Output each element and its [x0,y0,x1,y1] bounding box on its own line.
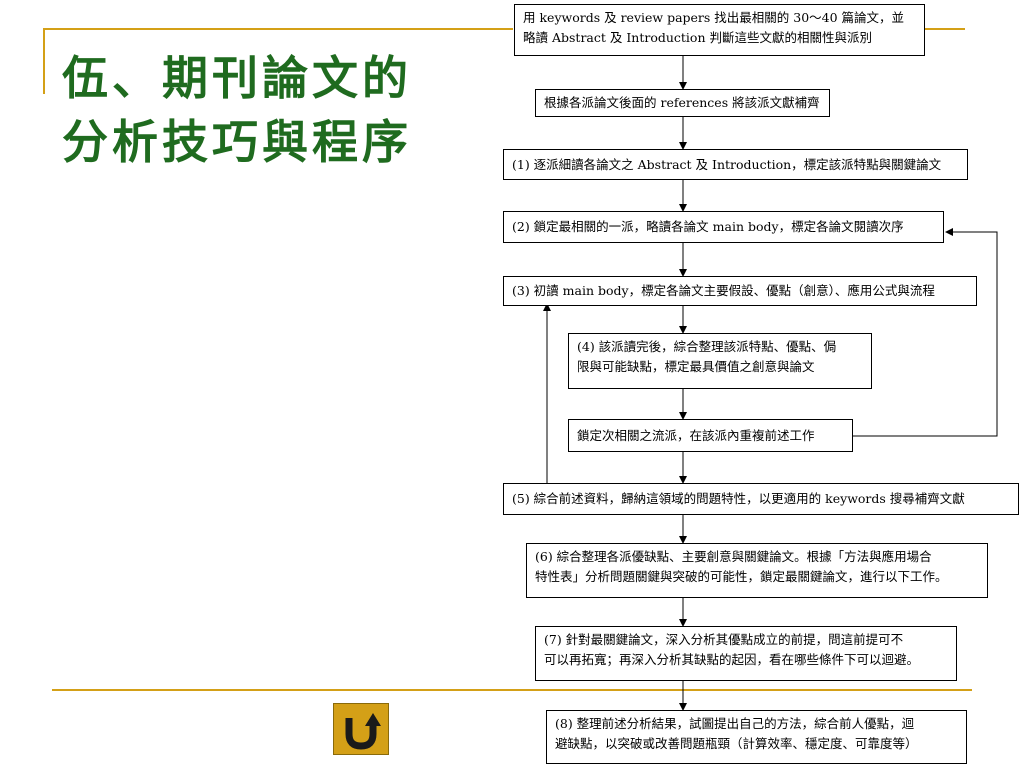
flow-step-3: (3) 初讀 main body，標定各論文主要假設、優點（創意）、應用公式與流… [503,276,977,306]
flow-step-7: (7) 針對最關鍵論文，深入分析其優點成立的前提，問這前提可不 可以再拓寬；再深… [535,626,957,681]
flow-step-text: (3) 初讀 main body，標定各論文主要假設、優點（創意）、應用公式與流… [512,283,935,298]
flow-step-5: (5) 綜合前述資料，歸納這領域的問題特性，以更適用的 keywords 搜尋補… [503,483,1019,515]
flow-step-6: (6) 綜合整理各派優缺點、主要創意與關鍵論文。根據「方法與應用場合 特性表」分… [526,543,988,598]
flow-step-text: 避缺點，以突破或改善問題瓶頸（計算效率、穩定度、可靠度等） [555,736,918,751]
flow-step-1: (1) 逐派細讀各論文之 Abstract 及 Introduction，標定該… [503,149,968,180]
flow-step-text: (4) 該派讀完後，綜合整理該派特點、優點、侷 [577,339,837,354]
flow-step-text: (5) 綜合前述資料，歸納這領域的問題特性，以更適用的 keywords 搜尋補… [512,491,965,506]
flow-step-text: (7) 針對最關鍵論文，深入分析其優點成立的前提，問這前提可不 [544,632,904,647]
flow-step-text: 鎖定次相關之流派，在該派內重複前述工作 [577,427,815,443]
flow-step-text: (1) 逐派細讀各論文之 Abstract 及 Introduction，標定該… [512,156,942,172]
flow-step-text: (6) 綜合整理各派優缺點、主要創意與關鍵論文。根據「方法與應用場合 [535,549,932,564]
flow-step-text: 根據各派論文後面的 references 將該派文獻補齊 [544,95,820,110]
flow-step-text: (8) 整理前述分析結果，試圖提出自己的方法，綜合前人優點，迴 [555,716,915,731]
flow-step-text: 限與可能缺點，標定最具價值之創意與論文 [577,359,815,374]
loop-s6-to-s3 [853,228,998,437]
flow-step-text: 可以再拓寬；再深入分析其缺點的起因，看在哪些條件下可以迴避。 [544,652,920,667]
flow-step-text: 略讀 Abstract 及 Introduction 判斷這些文獻的相關性與派別 [523,30,872,45]
flow-step-2: (2) 鎖定最相關的一派，略讀各論文 main body，標定各論文閱讀次序 [503,211,944,243]
flow-step-text: 用 keywords 及 review papers 找出最相關的 30～40 … [523,10,905,25]
flow-step-text: (2) 鎖定最相關的一派，略讀各論文 main body，標定各論文閱讀次序 [512,219,904,234]
return-arrow-icon [345,713,381,750]
return-button[interactable] [333,703,389,755]
flow-step-complete-references: 根據各派論文後面的 references 將該派文獻補齊 [535,89,830,117]
flow-step-4: (4) 該派讀完後，綜合整理該派特點、優點、侷 限與可能缺點，標定最具價值之創意… [568,333,872,389]
flow-step-next-school: 鎖定次相關之流派，在該派內重複前述工作 [568,419,853,452]
flow-step-8: (8) 整理前述分析結果，試圖提出自己的方法，綜合前人優點，迴 避缺點，以突破或… [546,710,967,764]
flow-step-text: 特性表」分析問題關鍵與突破的可能性，鎖定最關鍵論文，進行以下工作。 [535,569,948,584]
flow-step-search-papers: 用 keywords 及 review papers 找出最相關的 30～40 … [514,4,925,56]
